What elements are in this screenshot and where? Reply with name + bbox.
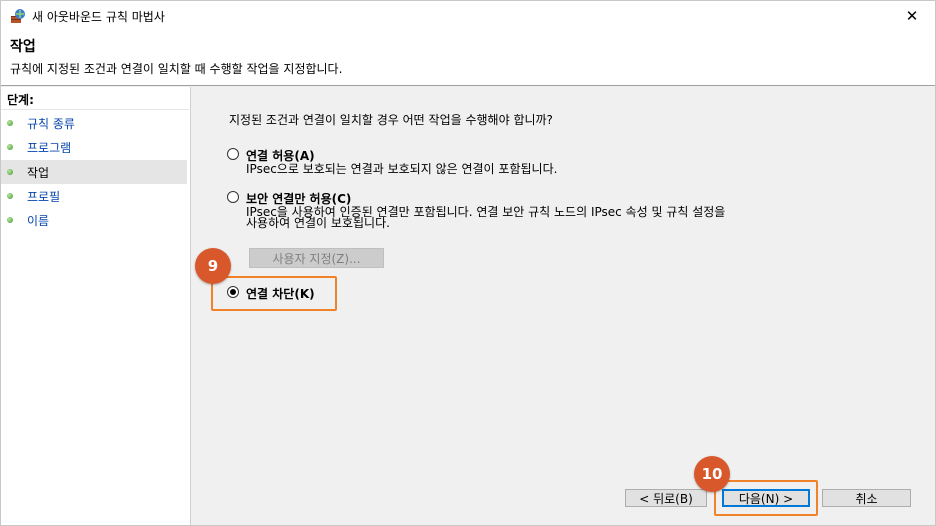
close-icon: ✕ bbox=[905, 7, 919, 25]
allow-connection-radio[interactable] bbox=[227, 148, 239, 160]
back-button[interactable]: < 뒤로(B) bbox=[625, 489, 707, 507]
divider bbox=[1, 109, 189, 110]
allow-secure-radio[interactable] bbox=[227, 191, 239, 203]
step-status-icon bbox=[7, 120, 13, 126]
main-content: 지정된 조건과 연결이 일치할 경우 어떤 작업을 수행해야 합니까? 연결 허… bbox=[192, 87, 935, 525]
step-item-program[interactable]: 프로그램 bbox=[1, 135, 187, 159]
step-item-profile[interactable]: 프로필 bbox=[1, 184, 187, 208]
step-status-icon bbox=[7, 169, 13, 175]
step-item-rule-type[interactable]: 규칙 종류 bbox=[1, 111, 187, 135]
wizard-header: 작업 규칙에 지정된 조건과 연결이 일치할 때 수행할 작업을 지정합니다. bbox=[1, 31, 935, 86]
wizard-window: 새 아웃바운드 규칙 마법사 ✕ 작업 규칙에 지정된 조건과 연결이 일치할 … bbox=[0, 0, 936, 526]
window-title: 새 아웃바운드 규칙 마법사 bbox=[32, 10, 165, 24]
step-label: 이름 bbox=[27, 213, 50, 228]
firewall-icon bbox=[10, 8, 26, 24]
step-label: 규칙 종류 bbox=[27, 116, 75, 131]
step-status-icon bbox=[7, 144, 13, 150]
allow-secure-description-line-2: 사용하여 연결이 보호됩니다. bbox=[246, 216, 390, 230]
next-button[interactable]: 다음(N) > bbox=[722, 489, 810, 507]
action-question: 지정된 조건과 연결이 일치할 경우 어떤 작업을 수행해야 합니까? bbox=[229, 113, 553, 127]
step-status-icon bbox=[7, 217, 13, 223]
close-button[interactable]: ✕ bbox=[889, 1, 935, 31]
block-connection-radio[interactable] bbox=[227, 286, 239, 298]
step-label: 프로그램 bbox=[27, 140, 72, 155]
steps-panel: 단계: 규칙 종류 프로그램 작업 프로필 이름 bbox=[1, 87, 191, 525]
step-item-action[interactable]: 작업 bbox=[1, 160, 187, 184]
block-connection-label[interactable]: 연결 차단(K) bbox=[246, 285, 315, 302]
step-status-icon bbox=[7, 193, 13, 199]
step-item-name[interactable]: 이름 bbox=[1, 208, 187, 232]
cancel-button[interactable]: 취소 bbox=[822, 489, 911, 507]
step-label: 프로필 bbox=[27, 189, 61, 204]
page-title: 작업 bbox=[10, 39, 36, 55]
customize-button: 사용자 지정(Z)... bbox=[249, 248, 384, 268]
step-label: 작업 bbox=[27, 165, 50, 180]
steps-title: 단계: bbox=[7, 93, 34, 107]
step-badge-10: 10 bbox=[694, 456, 730, 492]
step-badge-9: 9 bbox=[195, 248, 231, 284]
title-bar[interactable]: 새 아웃바운드 규칙 마법사 ✕ bbox=[1, 1, 935, 31]
page-description: 규칙에 지정된 조건과 연결이 일치할 때 수행할 작업을 지정합니다. bbox=[10, 62, 343, 76]
allow-connection-description: IPsec으로 보호되는 연결과 보호되지 않은 연결이 포함됩니다. bbox=[246, 162, 558, 176]
